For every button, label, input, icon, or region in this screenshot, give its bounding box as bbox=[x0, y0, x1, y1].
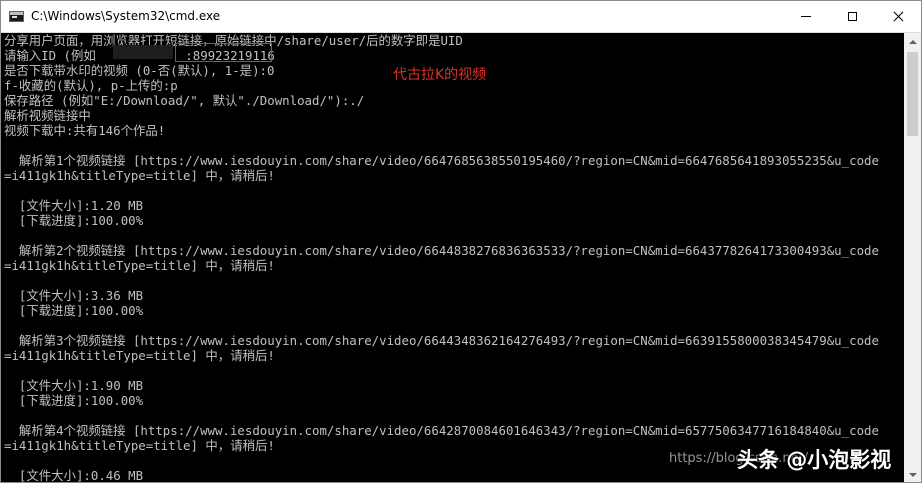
console-line: [下载进度]:100.00% bbox=[4, 213, 144, 228]
watermark-brand: 头条 @小泡影视 bbox=[737, 448, 892, 472]
uid-highlight-box bbox=[175, 43, 272, 62]
maximize-icon bbox=[847, 12, 857, 21]
maximize-button[interactable] bbox=[829, 1, 875, 32]
console-line: 保存路径 (例如"E:/Download/", 默认"./Download/")… bbox=[4, 93, 365, 108]
console-line: [文件大小]:1.90 MB bbox=[4, 378, 144, 393]
console-line: 解析第4个视频链接 [https://www.iesdouyin.com/sha… bbox=[4, 423, 879, 438]
scroll-up-button[interactable] bbox=[904, 33, 921, 50]
cmd-icon[interactable] bbox=[9, 11, 24, 22]
console-line: 解析第1个视频链接 [https://www.iesdouyin.com/sha… bbox=[4, 153, 879, 168]
console-line: =i411gk1h&titleType=title] 中，请稍后! bbox=[4, 258, 275, 273]
console-line: [文件大小]:1.20 MB bbox=[4, 198, 144, 213]
minimize-icon bbox=[801, 16, 811, 17]
arrow-down-icon bbox=[908, 472, 917, 477]
arrow-up-icon bbox=[908, 39, 917, 44]
console-line: [下载进度]:100.00% bbox=[4, 393, 144, 408]
vertical-scrollbar[interactable] bbox=[904, 33, 921, 482]
scroll-thumb[interactable] bbox=[907, 52, 918, 136]
cmd-window: C:\Windows\System32\cmd.exe 分享用户页面，用浏览器打… bbox=[0, 0, 922, 483]
console-line: 解析视频链接中 bbox=[4, 108, 91, 123]
minimize-button[interactable] bbox=[783, 1, 829, 32]
console-line: [文件大小]:3.36 MB bbox=[4, 288, 144, 303]
console-line: =i411gk1h&titleType=title] 中，请稍后! bbox=[4, 348, 275, 363]
console-line: 解析第3个视频链接 [https://www.iesdouyin.com/sha… bbox=[4, 333, 879, 348]
close-button[interactable] bbox=[875, 1, 921, 32]
console-line: =i411gk1h&titleType=title] 中，请稍后! bbox=[4, 168, 275, 183]
scroll-down-button[interactable] bbox=[904, 466, 921, 482]
console-line: 解析第2个视频链接 [https://www.iesdouyin.com/sha… bbox=[4, 243, 879, 258]
window-title: C:\Windows\System32\cmd.exe bbox=[31, 9, 221, 23]
close-icon bbox=[893, 11, 904, 22]
title-bar[interactable]: C:\Windows\System32\cmd.exe bbox=[1, 1, 921, 33]
console-line: 视频下载中:共有146个作品! bbox=[4, 123, 166, 138]
console-lines: 分享用户页面，用浏览器打开短链接，原始链接中/share/user/后的数字即是… bbox=[4, 33, 879, 482]
annotation-label: 代古拉K的视频 bbox=[393, 67, 487, 83]
console-output[interactable]: 分享用户页面，用浏览器打开短链接，原始链接中/share/user/后的数字即是… bbox=[1, 33, 904, 482]
console-line: [下载进度]:100.00% bbox=[4, 303, 144, 318]
redacted-region bbox=[113, 45, 173, 59]
